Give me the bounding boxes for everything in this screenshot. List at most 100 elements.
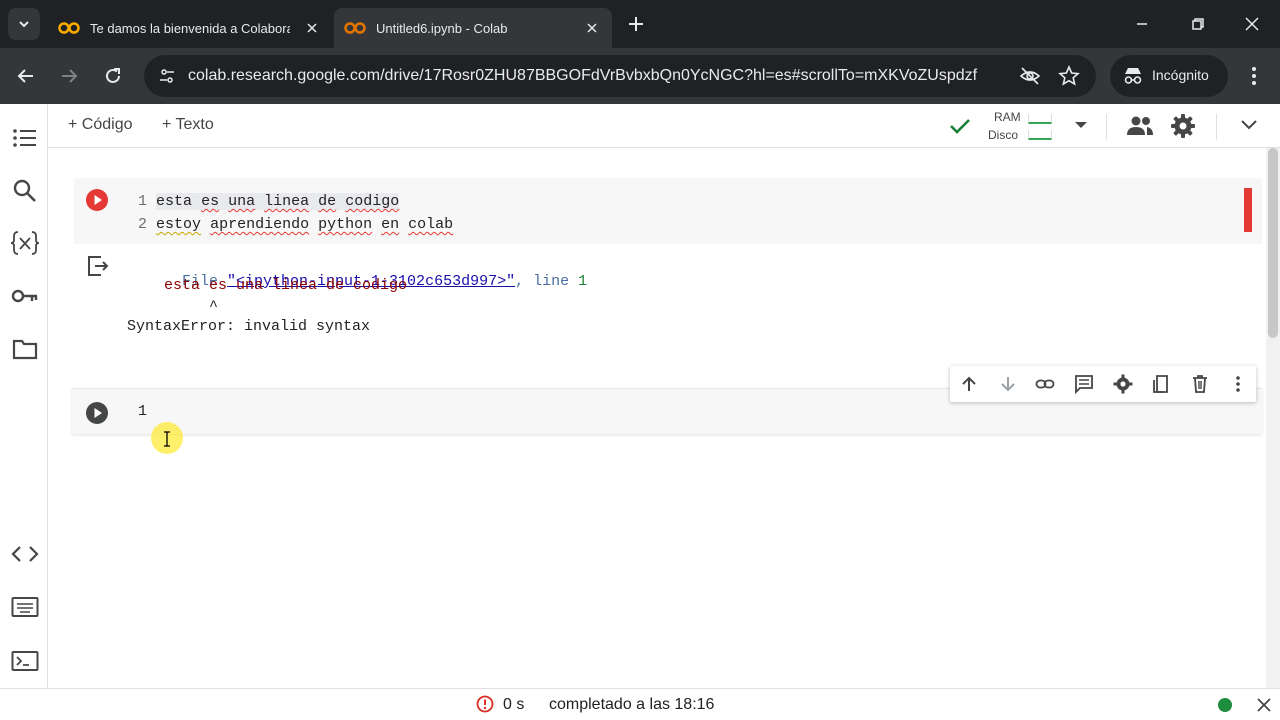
add-text-label: + Texto bbox=[162, 116, 214, 133]
url-text: colab.research.google.com/drive/17Rosr0Z… bbox=[188, 67, 978, 84]
variables-button[interactable] bbox=[10, 230, 40, 256]
more-vert-icon[interactable] bbox=[1228, 374, 1248, 394]
play-icon bbox=[94, 408, 102, 418]
code-cell[interactable]: 1 esta es una linea de codigo 2 estoy ap… bbox=[74, 178, 1262, 244]
tab-search-button[interactable] bbox=[8, 8, 40, 40]
move-up-icon[interactable] bbox=[959, 374, 979, 394]
cell-toolbar bbox=[950, 366, 1256, 402]
collapse-chevron-icon[interactable] bbox=[1240, 118, 1258, 132]
disk-bar bbox=[1028, 130, 1052, 140]
line-number: 1 bbox=[138, 193, 148, 210]
traceback-caret: ^ bbox=[209, 298, 219, 315]
terminal-icon bbox=[11, 651, 39, 671]
connection-status-dot bbox=[1218, 698, 1232, 712]
mirror-cell-icon[interactable] bbox=[1151, 374, 1171, 394]
tab-title: Untitled6.ipynb - Colab bbox=[376, 20, 508, 36]
toc-button[interactable] bbox=[12, 126, 38, 150]
toolbar-divider bbox=[1106, 114, 1107, 140]
browser-toolbar: colab.research.google.com/drive/17Rosr0Z… bbox=[0, 48, 1280, 104]
browser-menu-button[interactable] bbox=[1242, 64, 1266, 88]
token: linea bbox=[264, 193, 310, 210]
restore-icon bbox=[1192, 18, 1204, 30]
play-icon bbox=[94, 195, 102, 205]
code-editor[interactable]: 1 esta es una linea de codigo 2 estoy ap… bbox=[138, 190, 1238, 236]
star-icon[interactable] bbox=[1058, 65, 1080, 87]
output-actions-icon[interactable] bbox=[86, 254, 110, 278]
browser-tab-welcome[interactable]: Te damos la bienvenida a Colabora bbox=[48, 8, 332, 48]
incognito-badge[interactable]: Incógnito bbox=[1110, 55, 1228, 97]
restore-button[interactable] bbox=[1186, 12, 1210, 36]
token: colab bbox=[408, 216, 454, 233]
code-text: esta es una linea de codigo bbox=[156, 193, 400, 210]
token: aprendiendo bbox=[210, 216, 310, 233]
forward-button[interactable] bbox=[57, 64, 81, 88]
token: de bbox=[318, 193, 337, 210]
eye-off-icon[interactable] bbox=[1019, 65, 1041, 87]
arrow-right-icon bbox=[62, 69, 78, 83]
token: codigo bbox=[345, 193, 400, 210]
scrollbar-thumb[interactable] bbox=[1268, 148, 1278, 338]
incognito-icon bbox=[1124, 68, 1142, 84]
table-of-contents-icon bbox=[13, 129, 36, 147]
trash-icon[interactable] bbox=[1190, 374, 1210, 394]
line-number: 1 bbox=[138, 403, 148, 420]
files-button[interactable] bbox=[12, 338, 38, 360]
notebook-scrollbar[interactable] bbox=[1266, 148, 1280, 688]
move-down-icon[interactable] bbox=[998, 374, 1018, 394]
error-circle-icon bbox=[476, 695, 494, 713]
error-marker bbox=[1244, 188, 1252, 232]
site-info-icon[interactable] bbox=[158, 67, 176, 85]
add-text-button[interactable]: + Texto bbox=[162, 116, 214, 134]
line-text: , line bbox=[515, 273, 579, 290]
close-icon[interactable] bbox=[1256, 697, 1272, 713]
minimize-button[interactable] bbox=[1130, 12, 1154, 36]
more-vert-icon bbox=[1252, 67, 1256, 85]
secrets-button[interactable] bbox=[11, 288, 39, 304]
terminal-button[interactable] bbox=[11, 650, 39, 672]
line-number: 2 bbox=[138, 216, 148, 233]
search-button[interactable] bbox=[12, 178, 38, 204]
tab-title: Te damos la bienvenida a Colabora bbox=[90, 20, 290, 36]
link-icon[interactable] bbox=[1035, 374, 1055, 394]
new-tab-button[interactable] bbox=[624, 12, 648, 36]
add-code-label: + Código bbox=[68, 116, 133, 133]
back-button[interactable] bbox=[14, 64, 38, 88]
line-num: 1 bbox=[578, 273, 588, 290]
toolbar-divider bbox=[1216, 114, 1217, 140]
run-cell-button[interactable] bbox=[86, 189, 108, 211]
execution-time: 0 s bbox=[503, 696, 525, 713]
syntax-error-message: SyntaxError: invalid syntax bbox=[127, 318, 371, 335]
variables-icon bbox=[10, 231, 40, 255]
disk-label: Disco bbox=[988, 128, 1019, 142]
share-people-icon[interactable] bbox=[1126, 114, 1154, 138]
plus-icon bbox=[629, 17, 643, 31]
resource-monitor[interactable]: RAM Disco bbox=[986, 108, 1056, 144]
token: estoy bbox=[156, 216, 202, 233]
close-window-button[interactable] bbox=[1240, 12, 1264, 36]
caret-down-icon[interactable] bbox=[1074, 120, 1088, 130]
close-tab-icon[interactable] bbox=[302, 18, 322, 38]
reload-button[interactable] bbox=[101, 64, 125, 88]
browser-tab-untitled6[interactable]: Untitled6.ipynb - Colab bbox=[334, 8, 612, 48]
minimize-icon bbox=[1137, 23, 1147, 25]
command-palette-button[interactable] bbox=[11, 596, 39, 618]
run-cell-button[interactable] bbox=[86, 402, 108, 424]
settings-gear-icon[interactable] bbox=[1170, 113, 1196, 139]
close-icon bbox=[1245, 17, 1259, 31]
ram-bar bbox=[1028, 114, 1052, 124]
incognito-label: Incógnito bbox=[1152, 67, 1209, 83]
code-line: 2 estoy aprendiendo python en colab bbox=[138, 213, 1238, 236]
close-tab-icon[interactable] bbox=[582, 18, 602, 38]
code-editor[interactable]: 1 bbox=[138, 403, 1248, 425]
address-bar[interactable]: colab.research.google.com/drive/17Rosr0Z… bbox=[144, 55, 1096, 97]
colab-toolbar: + Código + Texto RAM Disco bbox=[48, 104, 1280, 148]
cell-settings-icon[interactable] bbox=[1113, 374, 1133, 394]
code-snippets-button[interactable] bbox=[11, 544, 39, 569]
add-code-button[interactable]: + Código bbox=[68, 116, 133, 134]
comment-icon[interactable] bbox=[1074, 374, 1094, 394]
